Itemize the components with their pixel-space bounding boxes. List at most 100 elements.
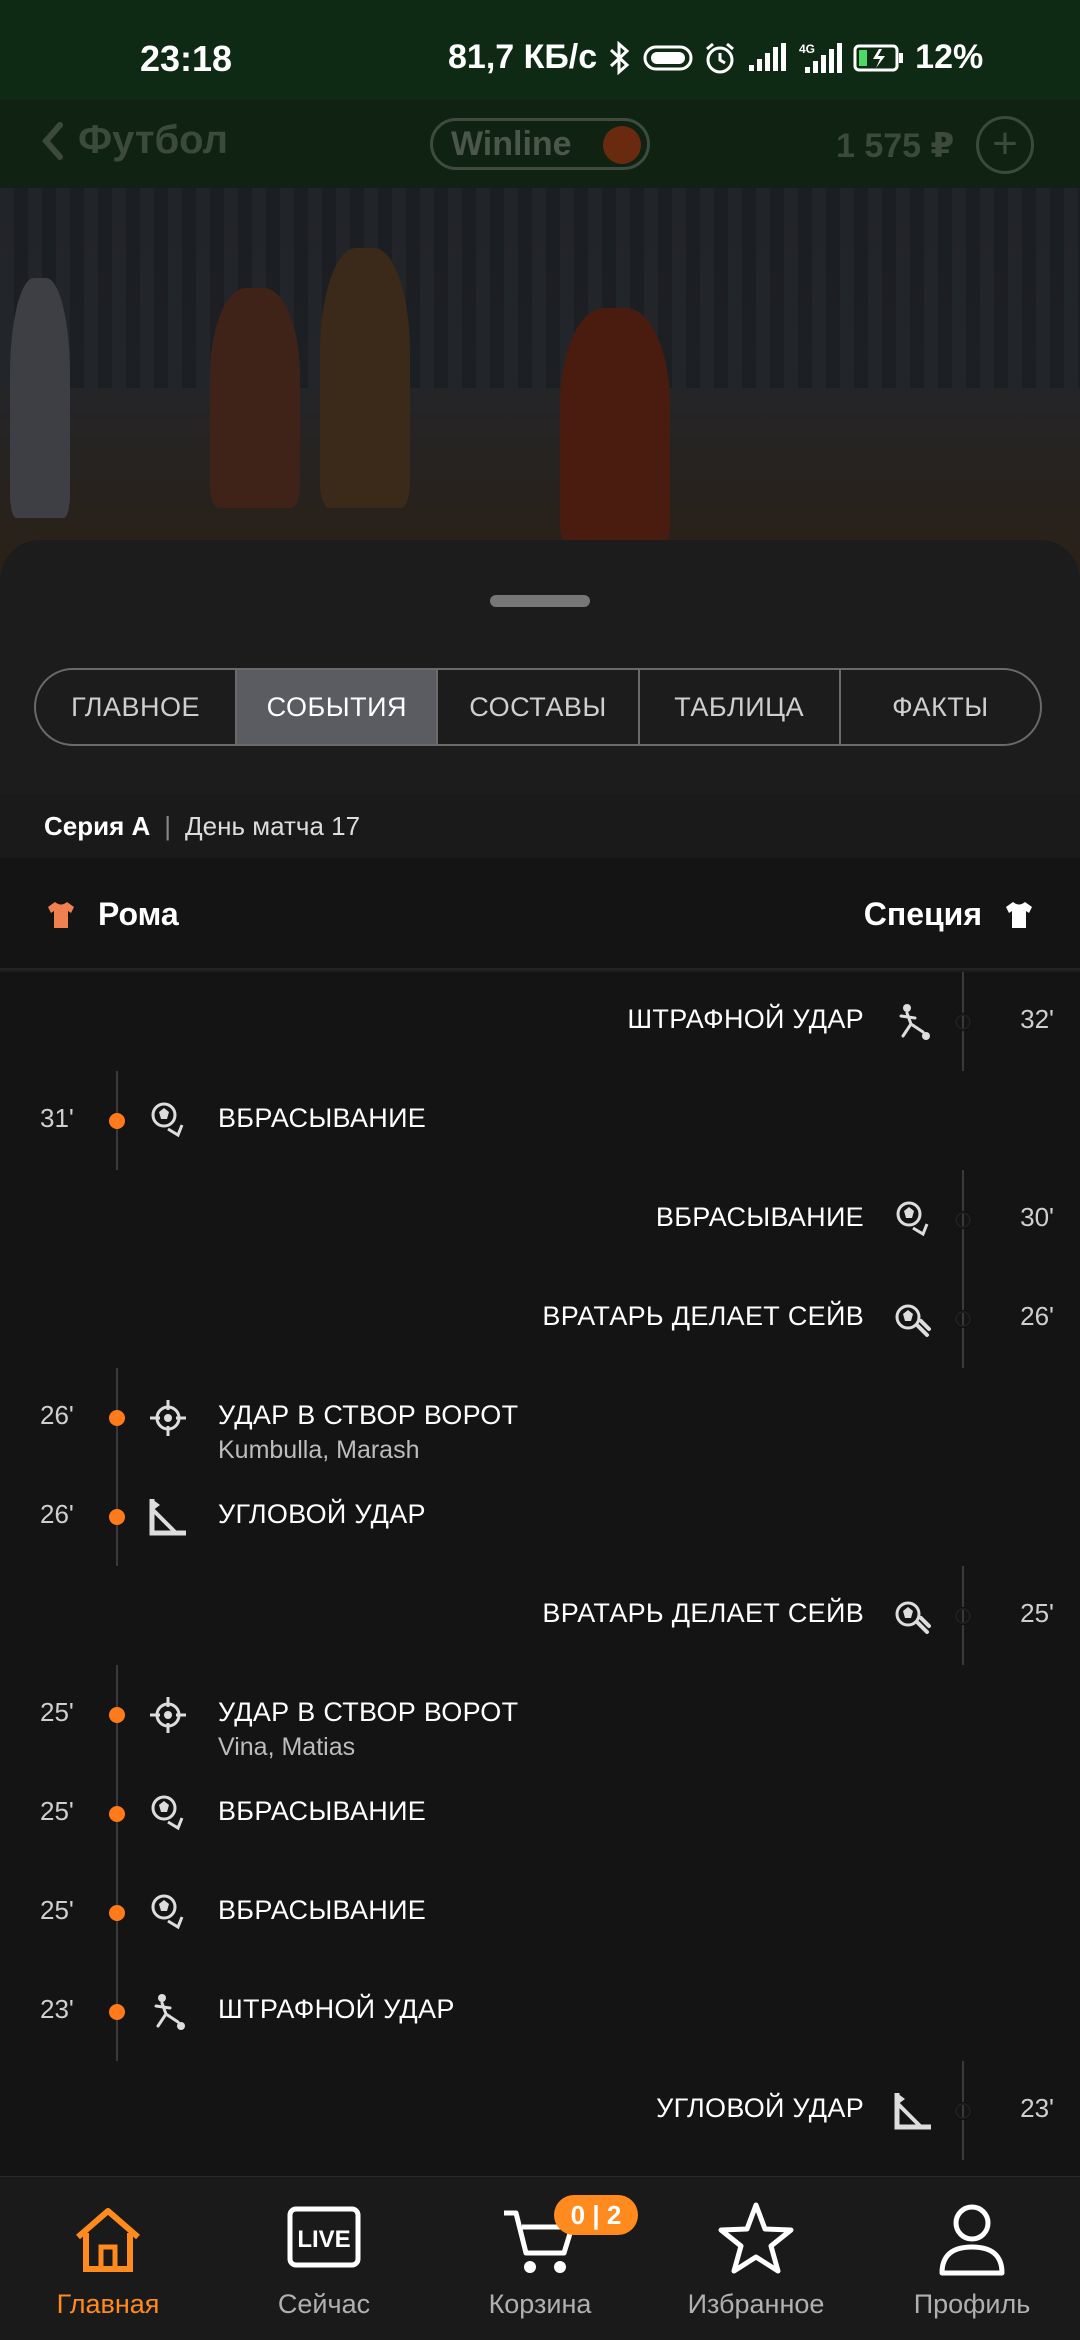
event-minute: 30'	[1020, 1202, 1054, 1232]
tab-main[interactable]: ГЛАВНОЕ	[36, 670, 238, 744]
event-title: ВРАТАРЬ ДЕЛАЕТ СЕЙВ	[542, 1301, 864, 1331]
network-speed: 81,7 КБ/с	[448, 38, 598, 76]
match-video[interactable]	[0, 188, 1080, 588]
balance[interactable]: 1 575 ₽	[836, 126, 954, 166]
tab-facts[interactable]: ФАКТЫ	[841, 670, 1040, 744]
event-title: ШТРАФНОЙ УДАР	[627, 1004, 864, 1034]
event-title: ВРАТАРЬ ДЕЛАЕТ СЕЙВ	[542, 1598, 864, 1628]
signal-icon	[749, 42, 787, 71]
toggle-icon	[643, 45, 693, 70]
event-title: ВБРАСЫВАНИЕ	[218, 1103, 427, 1133]
player-figure	[560, 308, 670, 548]
add-funds-button[interactable]: +	[976, 116, 1034, 174]
teams-row: Рома Специя	[0, 858, 1080, 968]
timeline-event-home: 25' ВБРАСЫВАНИЕ	[0, 1764, 1080, 1863]
event-title: ВБРАСЫВАНИЕ	[218, 1796, 427, 1826]
timeline-event-home: 25' ВБРАСЫВАНИЕ	[0, 1863, 1080, 1962]
nav-profile[interactable]: Профиль	[864, 2177, 1080, 2340]
nav-live[interactable]: LIVE Сейчас	[216, 2177, 432, 2340]
match-sheet: ГЛАВНОЕ СОБЫТИЯ СОСТАВЫ ТАБЛИЦА ФАКТЫ Се…	[0, 540, 1080, 2176]
throw-in-icon	[148, 1101, 188, 1141]
event-minute: 25'	[40, 1697, 74, 1727]
goalkeeper-save-icon	[893, 1596, 933, 1636]
player-figure	[320, 248, 410, 508]
throw-in-icon	[148, 1893, 188, 1933]
brand-toggle[interactable]: Winline	[430, 118, 650, 170]
nav-home[interactable]: Главная	[0, 2177, 216, 2340]
bottom-nav: Главная LIVE Сейчас 0 | 2 Корзина Избран…	[0, 2176, 1080, 2340]
status-indicators: 81,7 КБ/с 4G 12%	[448, 38, 983, 77]
timeline-dot	[109, 2004, 125, 2020]
corner-icon	[893, 2091, 933, 2131]
timeline-dot	[955, 1014, 971, 1030]
timeline-event-home: 31' ВБРАСЫВАНИЕ	[0, 1071, 1080, 1170]
svg-text:4G: 4G	[799, 42, 815, 56]
tab-events[interactable]: СОБЫТИЯ	[237, 670, 439, 744]
event-minute: 26'	[40, 1499, 74, 1529]
shot-on-target-icon	[148, 1695, 188, 1735]
event-title: УГЛОВОЙ УДАР	[656, 2093, 864, 2123]
timeline-event-home: 23' ШТРАФНОЙ УДАР	[0, 1962, 1080, 2061]
event-minute: 23'	[1020, 2093, 1054, 2123]
event-title: ВБРАСЫВАНИЕ	[218, 1895, 427, 1925]
event-minute: 23'	[40, 1994, 74, 2024]
timeline-dot	[955, 2103, 971, 2119]
timeline-dot	[955, 1311, 971, 1327]
timeline-event-away: 32' ШТРАФНОЙ УДАР	[0, 972, 1080, 1071]
timeline-dot	[109, 1509, 125, 1525]
nav-home-label: Главная	[56, 2289, 160, 2319]
timeline-dot	[955, 1608, 971, 1624]
alarm-icon	[706, 42, 735, 73]
brand-logo: Winline	[451, 124, 572, 163]
nav-cart[interactable]: 0 | 2 Корзина	[432, 2177, 648, 2340]
throw-in-icon	[893, 1200, 933, 1240]
team-away-name: Специя	[863, 896, 982, 932]
live-icon-text: LIVE	[297, 2226, 350, 2253]
tab-table[interactable]: ТАБЛИЦА	[640, 670, 841, 744]
tab-lineups[interactable]: СОСТАВЫ	[438, 670, 640, 744]
timeline-dot	[109, 1113, 125, 1129]
timeline-event-away: 25' ВРАТАРЬ ДЕЛАЕТ СЕЙВ	[0, 1566, 1080, 1665]
timeline-dot	[109, 1707, 125, 1723]
goalkeeper-save-icon	[893, 1299, 933, 1339]
home-jersey-icon	[48, 901, 74, 928]
crowd-background	[0, 188, 1080, 388]
events-timeline: 32' ШТРАФНОЙ УДАР 31' ВБРАСЫВАНИЕ 30' ВБРАСЫВ…	[0, 972, 1080, 2176]
team-home-name: Рома	[98, 896, 179, 932]
profile-icon	[939, 2204, 1005, 2276]
free-kick-icon	[893, 1002, 933, 1042]
nav-favorites[interactable]: Избранное	[648, 2177, 864, 2340]
brand-dot	[603, 126, 641, 164]
event-minute: 26'	[40, 1400, 74, 1430]
team-away: Специя	[864, 896, 1034, 933]
back-button[interactable]: Футбол	[40, 118, 228, 163]
match-tabs: ГЛАВНОЕ СОБЫТИЯ СОСТАВЫ ТАБЛИЦА ФАКТЫ	[34, 668, 1042, 746]
event-minute: 31'	[40, 1103, 74, 1133]
matchday: День матча 17	[185, 810, 361, 841]
star-icon	[718, 2202, 794, 2274]
free-kick-icon	[148, 1992, 188, 2032]
nav-cart-label: Корзина	[488, 2289, 592, 2319]
timeline-dot	[109, 1806, 125, 1822]
timeline-event-home: 26' УДАР В СТВОР ВОРОТ Kumbulla, Marash	[0, 1368, 1080, 1467]
event-title: УДАР В СТВОР ВОРОТ	[218, 1400, 519, 1430]
timeline-event-home: 25' УДАР В СТВОР ВОРОТ Vina, Matias	[0, 1665, 1080, 1764]
home-icon	[76, 2208, 140, 2272]
event-minute: 32'	[1020, 1004, 1054, 1034]
status-time: 23:18	[140, 38, 233, 79]
battery-percent: 12%	[915, 38, 984, 76]
chevron-left-icon	[42, 121, 63, 160]
player-figure	[10, 278, 70, 518]
timeline-event-home: 26' УГЛОВОЙ УДАР	[0, 1467, 1080, 1566]
team-home: Рома	[46, 896, 179, 933]
cart-badge: 0 | 2	[554, 2195, 638, 2235]
nav-favorites-label: Избранное	[687, 2289, 825, 2319]
event-minute: 25'	[40, 1796, 74, 1826]
sheet-drag-handle[interactable]	[490, 595, 590, 607]
player-figure	[210, 288, 300, 508]
event-title: УГЛОВОЙ УДАР	[218, 1499, 426, 1529]
timeline-dot	[955, 1212, 971, 1228]
live-icon: LIVE	[287, 2206, 361, 2268]
divider	[0, 968, 1080, 970]
league-separator: |	[164, 810, 172, 841]
